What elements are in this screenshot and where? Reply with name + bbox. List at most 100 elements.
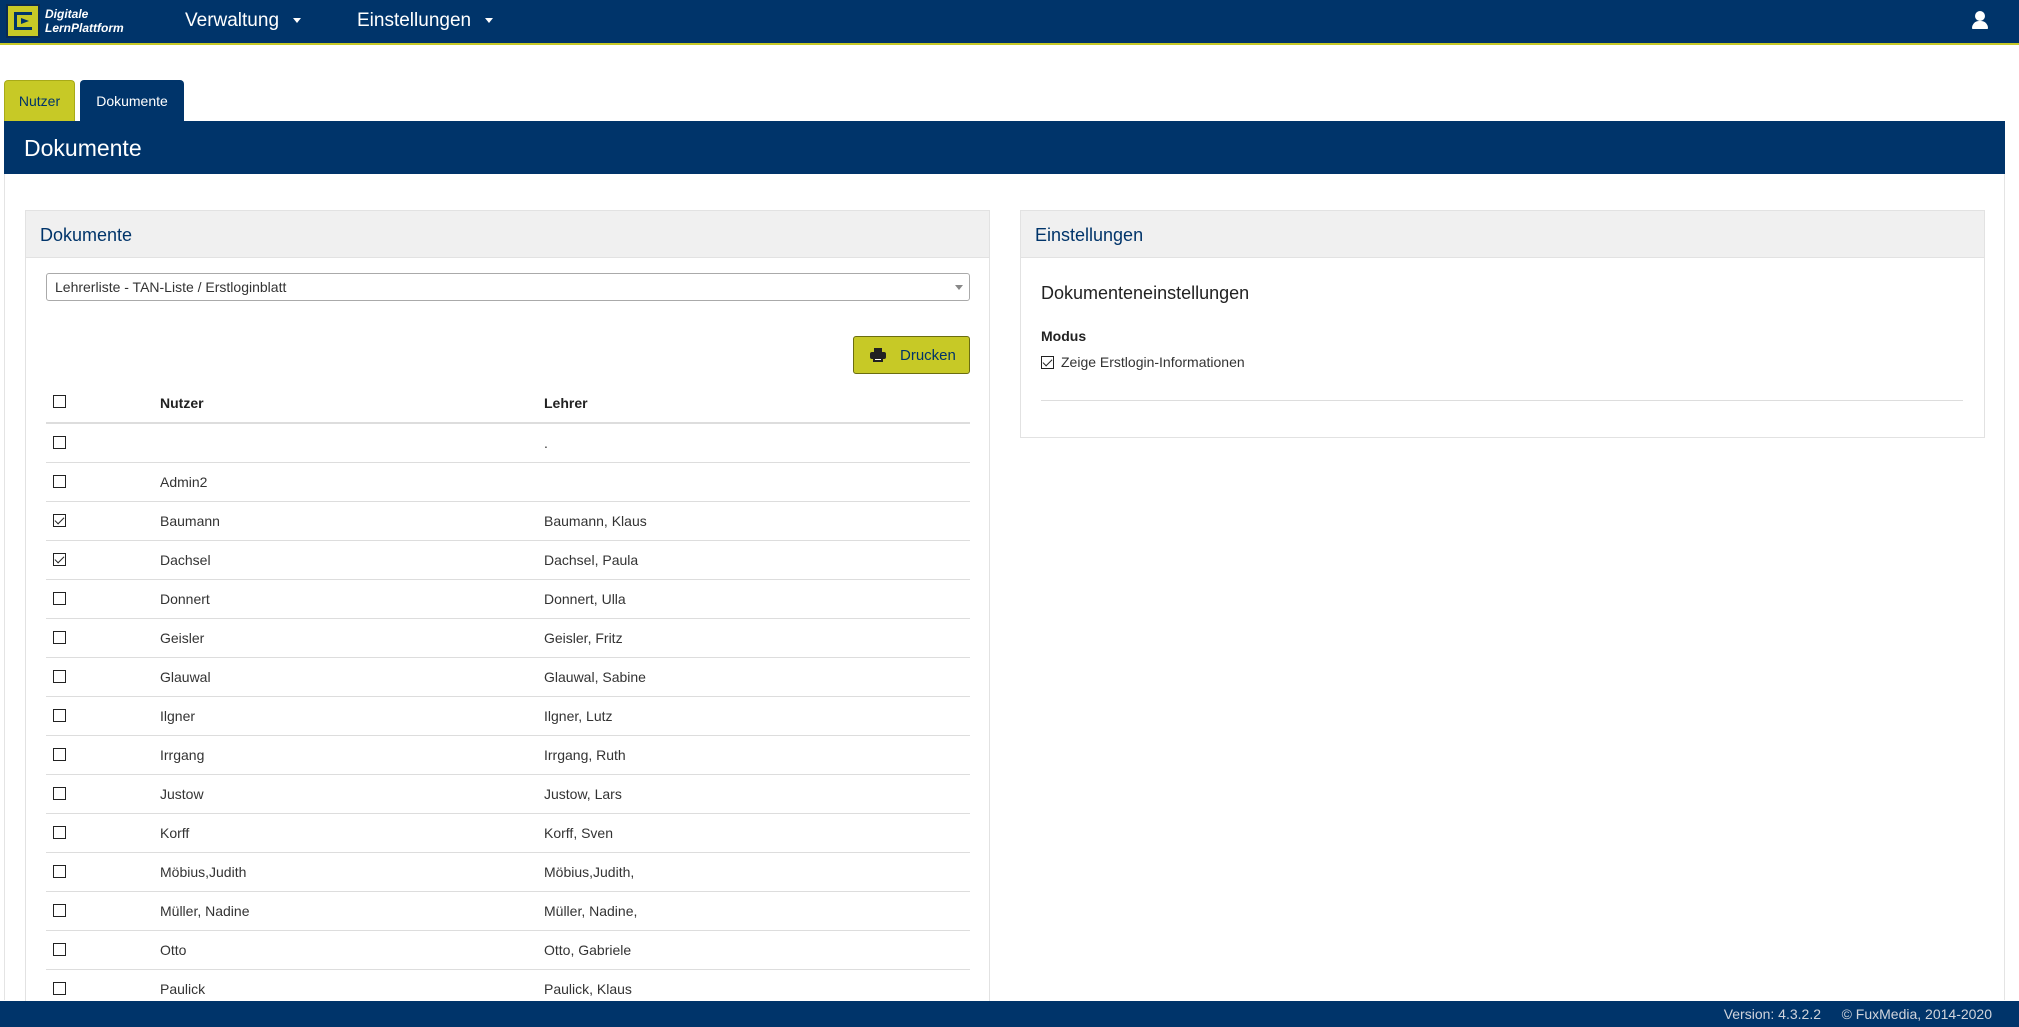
cell-lehrer: Müller, Nadine, bbox=[544, 903, 638, 919]
cell-lehrer: . bbox=[544, 435, 548, 451]
documents-panel-title: Dokumente bbox=[40, 225, 133, 245]
cell-lehrer: Paulick, Klaus bbox=[544, 981, 632, 997]
row-checkbox[interactable] bbox=[53, 436, 66, 449]
erstlogin-label: Zeige Erstlogin-Informationen bbox=[1061, 354, 1245, 370]
table-row[interactable]: Otto Otto, Gabriele bbox=[46, 931, 970, 970]
footer: Version: 4.3.2.2 © FuxMedia, 2014-2020 bbox=[0, 1001, 2019, 1027]
cell-nutzer: Möbius,Judith bbox=[160, 864, 247, 880]
table-row[interactable]: Dachsel Dachsel, Paula bbox=[46, 541, 970, 580]
printer-icon bbox=[870, 348, 886, 362]
caret-down-icon bbox=[485, 18, 494, 23]
table-row[interactable]: Baumann Baumann, Klaus bbox=[46, 502, 970, 541]
documents-panel: Dokumente Lehrerliste - TAN-Liste / Erst… bbox=[25, 210, 990, 1010]
cell-lehrer: Geisler, Fritz bbox=[544, 630, 623, 646]
logo-text: Digitale LernPlattform bbox=[45, 7, 124, 35]
table-header: Nutzer Lehrer bbox=[46, 381, 970, 424]
cell-nutzer: Admin2 bbox=[160, 474, 208, 490]
erstlogin-checkbox[interactable] bbox=[1041, 355, 1054, 369]
nav-verwaltung-label: Verwaltung bbox=[185, 9, 280, 31]
document-type-select-value: Lehrerliste - TAN-Liste / Erstloginblatt bbox=[55, 279, 287, 295]
cell-nutzer: Baumann bbox=[160, 513, 220, 529]
cell-lehrer: Möbius,Judith, bbox=[544, 864, 635, 880]
modus-label: Modus bbox=[1041, 328, 1087, 344]
logo[interactable]: Digitale LernPlattform bbox=[4, 0, 130, 41]
cell-nutzer: Irrgang bbox=[160, 747, 205, 763]
nav-verwaltung[interactable]: Verwaltung bbox=[185, 0, 302, 41]
cell-nutzer: Otto bbox=[160, 942, 187, 958]
row-checkbox[interactable] bbox=[53, 904, 66, 917]
version-text: Version: 4.3.2.2 bbox=[1723, 1006, 1821, 1022]
table-row[interactable]: Müller, Nadine Müller, Nadine, bbox=[46, 892, 970, 931]
option-erstlogin[interactable]: Zeige Erstlogin-Informationen bbox=[1041, 354, 1245, 370]
cell-lehrer: Glauwal, Sabine bbox=[544, 669, 646, 685]
document-type-select[interactable]: Lehrerliste - TAN-Liste / Erstloginblatt bbox=[46, 273, 970, 301]
logo-line-2: LernPlattform bbox=[45, 20, 124, 35]
cell-lehrer: Donnert, Ulla bbox=[544, 591, 626, 607]
column-header-lehrer: Lehrer bbox=[544, 395, 588, 411]
row-checkbox[interactable] bbox=[53, 826, 66, 839]
cell-nutzer: Ilgner bbox=[160, 708, 196, 724]
table-row[interactable]: Irrgang Irrgang, Ruth bbox=[46, 736, 970, 775]
settings-panel-title: Einstellungen bbox=[1035, 225, 1144, 245]
print-button-label: Drucken bbox=[900, 346, 956, 364]
settings-subtitle: Dokumenteneinstellungen bbox=[1041, 283, 1250, 303]
row-checkbox[interactable] bbox=[53, 865, 66, 878]
top-navbar: Digitale LernPlattform Verwaltung Einste… bbox=[0, 0, 2019, 45]
divider bbox=[1041, 400, 1963, 401]
row-checkbox[interactable] bbox=[53, 709, 66, 722]
cell-nutzer: Müller, Nadine bbox=[160, 903, 250, 919]
cell-nutzer: Korff bbox=[160, 825, 190, 841]
caret-down-icon bbox=[293, 18, 302, 23]
row-checkbox[interactable] bbox=[53, 631, 66, 644]
row-checkbox[interactable] bbox=[53, 748, 66, 761]
row-checkbox[interactable] bbox=[53, 514, 66, 527]
row-checkbox[interactable] bbox=[53, 592, 66, 605]
cell-lehrer: Ilgner, Lutz bbox=[544, 708, 613, 724]
cell-lehrer: Justow, Lars bbox=[544, 786, 622, 802]
table-row[interactable]: Korff Korff, Sven bbox=[46, 814, 970, 853]
logo-icon bbox=[6, 3, 40, 38]
cell-lehrer: Irrgang, Ruth bbox=[544, 747, 626, 763]
row-checkbox[interactable] bbox=[53, 787, 66, 800]
row-checkbox[interactable] bbox=[53, 475, 66, 488]
nav-einstellungen-label: Einstellungen bbox=[357, 9, 472, 31]
logo-line-1: Digitale bbox=[45, 6, 89, 21]
copyright-text: © FuxMedia, 2014-2020 bbox=[1841, 1006, 1992, 1022]
column-header-nutzer: Nutzer bbox=[160, 395, 204, 411]
row-checkbox[interactable] bbox=[53, 553, 66, 566]
table-row[interactable]: Donnert Donnert, Ulla bbox=[46, 580, 970, 619]
cell-nutzer: Paulick bbox=[160, 981, 206, 997]
table-row[interactable]: . bbox=[46, 424, 970, 463]
row-checkbox[interactable] bbox=[53, 982, 66, 995]
cell-lehrer: Korff, Sven bbox=[544, 825, 614, 841]
page-title: Dokumente bbox=[24, 135, 142, 161]
cell-lehrer: Dachsel, Paula bbox=[544, 552, 639, 568]
table-row[interactable]: Geisler Geisler, Fritz bbox=[46, 619, 970, 658]
table-row[interactable]: Admin2 bbox=[46, 463, 970, 502]
cell-nutzer: Geisler bbox=[160, 630, 205, 646]
table-row[interactable]: Justow Justow, Lars bbox=[46, 775, 970, 814]
row-checkbox[interactable] bbox=[53, 943, 66, 956]
cell-nutzer: Justow bbox=[160, 786, 204, 802]
row-checkbox[interactable] bbox=[53, 670, 66, 683]
chevron-down-icon bbox=[955, 285, 963, 290]
select-all-checkbox[interactable] bbox=[53, 395, 66, 408]
cell-nutzer: Dachsel bbox=[160, 552, 211, 568]
table-row[interactable]: Glauwal Glauwal, Sabine bbox=[46, 658, 970, 697]
table-row[interactable]: Möbius,Judith Möbius,Judith, bbox=[46, 853, 970, 892]
user-icon[interactable] bbox=[1971, 11, 1989, 29]
tab-nutzer[interactable]: Nutzer bbox=[4, 80, 75, 121]
cell-nutzer: Donnert bbox=[160, 591, 210, 607]
table-body: . Admin2 Baumann Baumann, Klaus Dachsel Dachs… bbox=[46, 424, 970, 1009]
cell-lehrer: Otto, Gabriele bbox=[544, 942, 632, 958]
print-button[interactable]: Drucken bbox=[853, 336, 970, 374]
users-table: Nutzer Lehrer . Admin2 Baumann Baumann, Kla… bbox=[46, 381, 970, 1009]
tab-dokumente[interactable]: Dokumente bbox=[80, 80, 184, 121]
documents-panel-header: Dokumente bbox=[26, 211, 989, 258]
settings-panel: Einstellungen Dokumenteneinstellungen Mo… bbox=[1020, 210, 1985, 438]
table-row[interactable]: Ilgner Ilgner, Lutz bbox=[46, 697, 970, 736]
cell-lehrer: Baumann, Klaus bbox=[544, 513, 647, 529]
cell-nutzer: Glauwal bbox=[160, 669, 211, 685]
nav-einstellungen[interactable]: Einstellungen bbox=[357, 0, 494, 41]
page-header: Dokumente bbox=[4, 121, 2005, 174]
